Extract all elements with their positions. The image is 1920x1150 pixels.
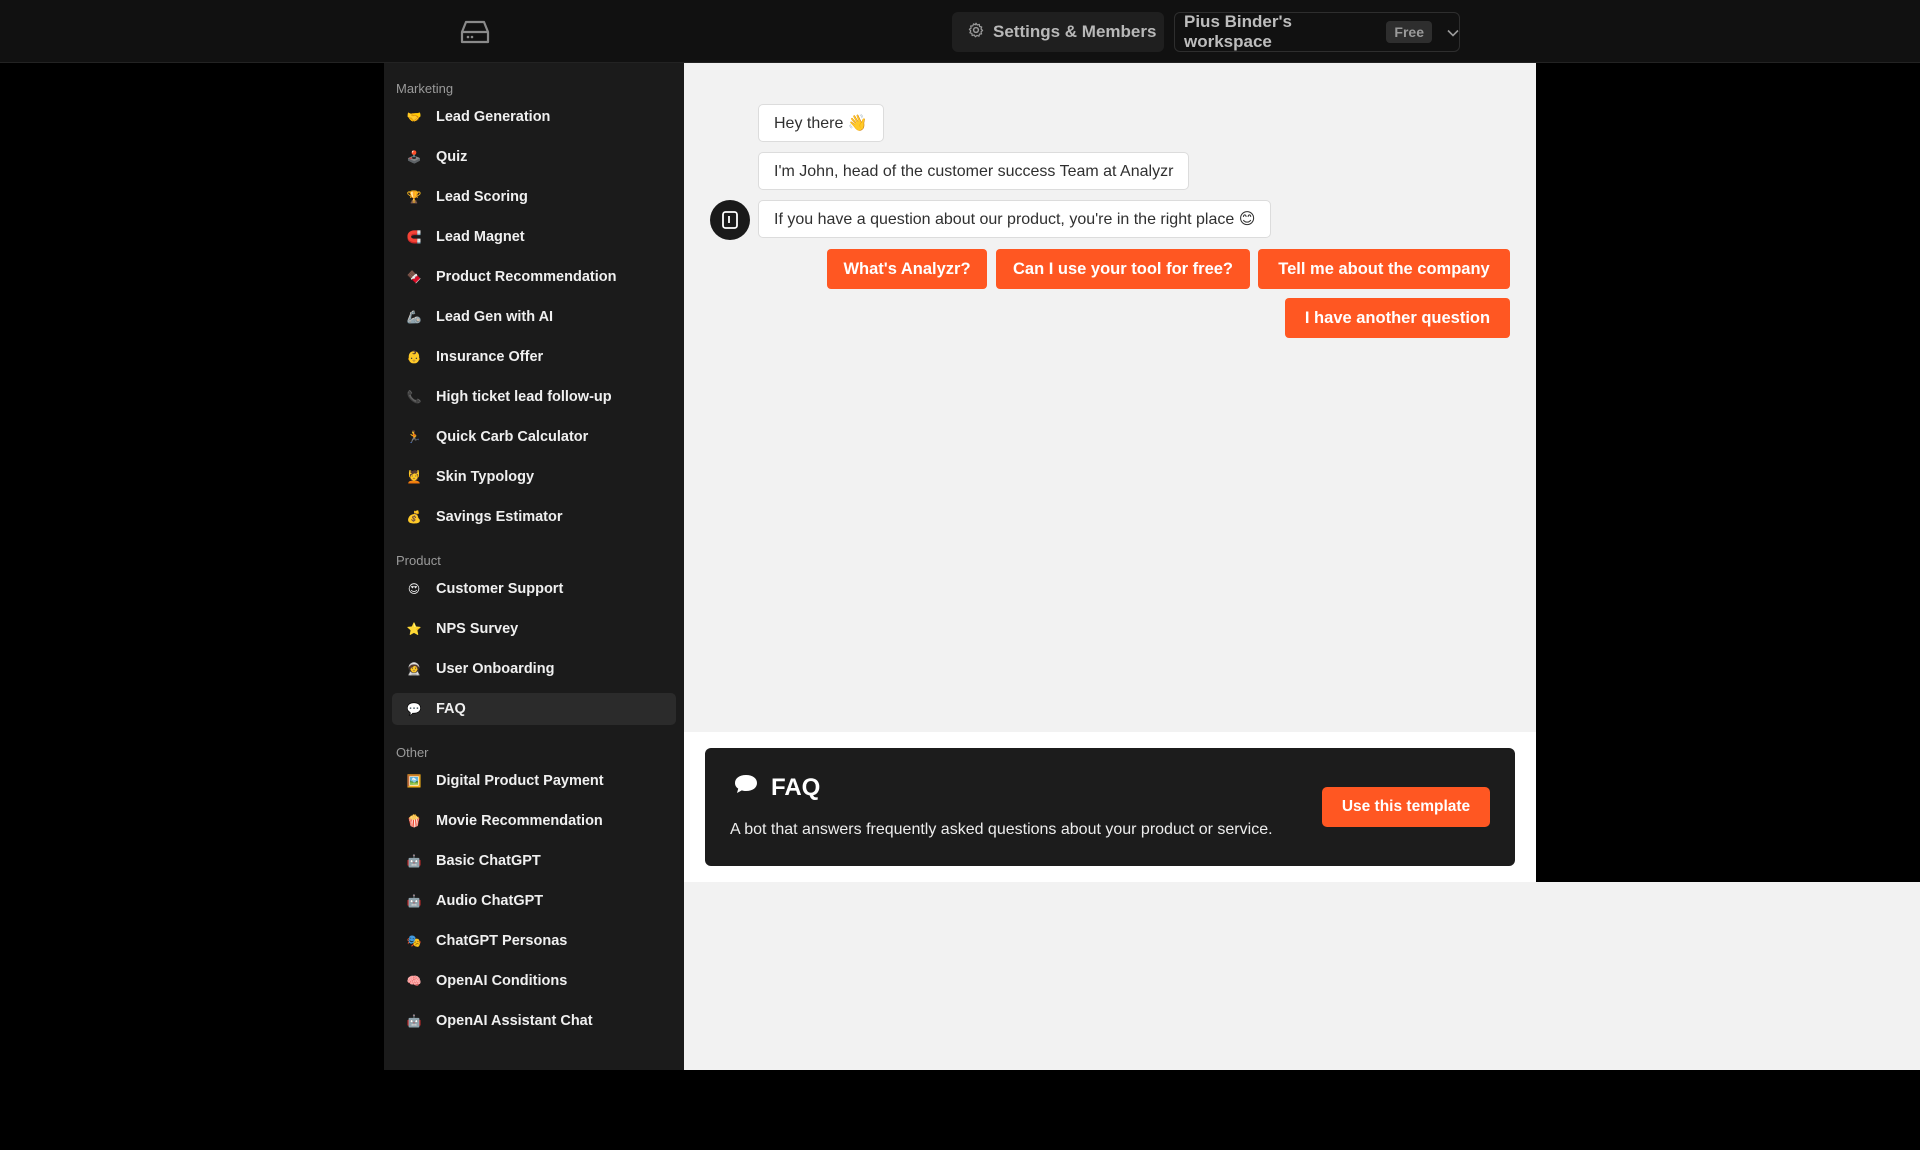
template-emoji-icon: 🧑‍🚀	[406, 662, 422, 676]
sidebar-item-label: Quiz	[436, 149, 468, 165]
sidebar-item-lead-magnet[interactable]: 🧲 Lead Magnet	[392, 221, 676, 253]
sidebar-item-nps-survey[interactable]: ⭐ NPS Survey	[392, 613, 676, 645]
sidebar-item-insurance-offer[interactable]: 👶 Insurance Offer	[392, 341, 676, 373]
sidebar-item-label: High ticket lead follow-up	[436, 389, 612, 405]
sidebar-item-openai-conditions[interactable]: 🧠 OpenAI Conditions	[392, 965, 676, 997]
sidebar-item-quick-carb-calculator[interactable]: 🏃 Quick Carb Calculator	[392, 421, 676, 453]
template-title-text: FAQ	[771, 773, 821, 801]
sidebar-item-label: Product Recommendation	[436, 269, 617, 285]
gear-icon	[968, 22, 984, 43]
sidebar-item-lead-scoring[interactable]: 🏆 Lead Scoring	[392, 181, 676, 213]
bot-message: Hey there 👋	[758, 104, 884, 142]
sidebar-item-user-onboarding[interactable]: 🧑‍🚀 User Onboarding	[392, 653, 676, 685]
sidebar-item-label: Lead Magnet	[436, 229, 525, 245]
sidebar-item-skin-typology[interactable]: 💆 Skin Typology	[392, 461, 676, 493]
template-emoji-icon: 🎭	[406, 934, 422, 948]
template-emoji-icon: 🏃	[406, 430, 422, 444]
sidebar-item-lead-generation[interactable]: 🤝 Lead Generation	[392, 101, 676, 133]
sidebar-item-high-ticket-lead-follow-up[interactable]: 📞 High ticket lead follow-up	[392, 381, 676, 413]
sidebar-item-label: Basic ChatGPT	[436, 853, 541, 869]
sidebar-item-audio-chatgpt[interactable]: 🤖 Audio ChatGPT	[392, 885, 676, 917]
template-emoji-icon: 🤖	[406, 1014, 422, 1028]
template-emoji-icon: 🧲	[406, 230, 422, 244]
bot-message: If you have a question about our product…	[758, 200, 1272, 238]
template-description: A bot that answers frequently asked ques…	[730, 821, 1273, 838]
sidebar-item-label: Lead Scoring	[436, 189, 528, 205]
sidebar-item-digital-product-payment[interactable]: 🖼️ Digital Product Payment	[392, 765, 676, 797]
lower-backdrop-right	[1536, 882, 1920, 1070]
template-emoji-icon: 🖼️	[406, 774, 422, 788]
chat-preview: Hey there 👋 I'm John, head of the custom…	[684, 63, 1536, 732]
sidebar-item-label: User Onboarding	[436, 661, 555, 677]
sidebar-item-label: OpenAI Conditions	[436, 973, 568, 989]
template-emoji-icon: 💰	[406, 510, 422, 524]
template-emoji-icon: 🦾	[406, 310, 422, 324]
plan-badge: Free	[1386, 21, 1432, 43]
sidebar-item-label: Digital Product Payment	[436, 773, 604, 789]
template-emoji-icon: 🤖	[406, 854, 422, 868]
template-emoji-icon: 💬	[406, 702, 422, 716]
sidebar-item-savings-estimator[interactable]: 💰 Savings Estimator	[392, 501, 676, 533]
sidebar-section-label: Other	[396, 745, 429, 760]
use-template-button[interactable]: Use this template	[1322, 787, 1490, 827]
choice-button[interactable]: Tell me about the company	[1258, 249, 1510, 289]
settings-members-label: Settings & Members	[993, 22, 1157, 41]
choice-button[interactable]: I have another question	[1285, 298, 1510, 338]
sidebar-item-faq[interactable]: 💬 FAQ	[392, 693, 676, 725]
sidebar-item-quiz[interactable]: 🕹️ Quiz	[392, 141, 676, 173]
choice-button[interactable]: Can I use your tool for free?	[996, 249, 1250, 289]
sidebar-item-lead-gen-with-ai[interactable]: 🦾 Lead Gen with AI	[392, 301, 676, 333]
chevron-down-icon	[1447, 22, 1459, 42]
bot-message: I'm John, head of the customer success T…	[758, 152, 1190, 190]
template-emoji-icon: 💆	[406, 470, 422, 484]
sidebar-item-label: Movie Recommendation	[436, 813, 603, 829]
template-emoji-icon: 🧠	[406, 974, 422, 988]
template-sidebar: Marketing 🤝 Lead Generation 🕹️ Quiz 🏆 Lead Sco…	[384, 63, 684, 1070]
sidebar-item-movie-recommendation[interactable]: 🍿 Movie Recommendation	[392, 805, 676, 837]
speech-bubble-icon	[733, 772, 759, 803]
sidebar-item-label: Skin Typology	[436, 469, 535, 485]
sidebar-item-label: Savings Estimator	[436, 509, 563, 525]
choice-button[interactable]: What's Analyzr?	[827, 249, 987, 289]
sidebar-section-label: Marketing	[396, 81, 454, 96]
sidebar-item-label: Lead Gen with AI	[436, 309, 554, 325]
sidebar-item-product-recommendation[interactable]: 🍫 Product Recommendation	[392, 261, 676, 293]
sidebar-item-label: Insurance Offer	[436, 349, 544, 365]
template-emoji-icon: 📞	[406, 390, 422, 404]
template-emoji-icon: ⭐	[406, 622, 422, 636]
template-emoji-icon: 🤖	[406, 894, 422, 908]
workspace-name: Pius Binder's workspace	[1184, 12, 1292, 51]
sidebar-item-basic-chatgpt[interactable]: 🤖 Basic ChatGPT	[392, 845, 676, 877]
sidebar-item-label: ChatGPT Personas	[436, 933, 568, 949]
top-bar: Settings & Members Pius Binder's workspa…	[0, 0, 1920, 63]
settings-members-button[interactable]: Settings & Members	[952, 12, 1164, 52]
template-emoji-icon: 🍫	[406, 270, 422, 284]
sidebar-item-label: FAQ	[436, 701, 466, 717]
template-emoji-icon: 🍿	[406, 814, 422, 828]
sidebar-item-label: OpenAI Assistant Chat	[436, 1013, 593, 1029]
sidebar-item-openai-assistant-chat[interactable]: 🤖 OpenAI Assistant Chat	[392, 1005, 676, 1037]
sidebar-item-chatgpt-personas[interactable]: 🎭 ChatGPT Personas	[392, 925, 676, 957]
template-emoji-icon: 🏆	[406, 190, 422, 204]
sidebar-item-label: Customer Support	[436, 581, 564, 597]
sidebar-item-label: Lead Generation	[436, 109, 551, 125]
sidebar-item-label: Quick Carb Calculator	[436, 429, 589, 445]
sidebar-item-label: NPS Survey	[436, 621, 519, 637]
sidebar-section-label: Product	[396, 553, 441, 568]
template-emoji-icon: 👶	[406, 350, 422, 364]
inbox-tray-icon[interactable]	[460, 19, 490, 45]
template-emoji-icon: 😍	[407, 582, 421, 596]
template-emoji-icon: 🤝	[406, 110, 422, 124]
workspace-dropdown[interactable]: Pius Binder's workspace Free	[1174, 12, 1460, 52]
bot-avatar	[710, 200, 750, 240]
sidebar-item-label: Audio ChatGPT	[436, 893, 544, 909]
sidebar-item-customer-support[interactable]: 😍 Customer Support	[392, 573, 676, 605]
template-emoji-icon: 🕹️	[406, 150, 422, 164]
template-title: FAQ	[733, 772, 820, 803]
template-info-card: FAQ A bot that answers frequently asked …	[705, 748, 1515, 866]
